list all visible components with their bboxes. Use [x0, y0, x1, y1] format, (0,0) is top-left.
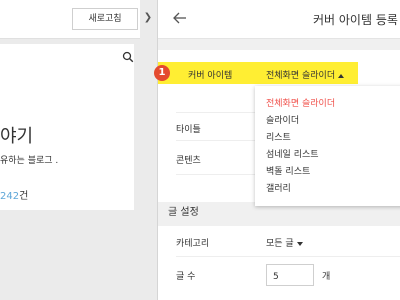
- row-divider: [176, 256, 400, 257]
- post-count: 242건: [0, 187, 28, 202]
- dropdown-option[interactable]: 벽돌 리스트: [266, 164, 310, 177]
- post-settings-heading: 글 설정: [168, 207, 199, 218]
- cover-item-editor: 커버 아이템 등록 타이틀 콘텐츠 1 커버 아이템 전체화면 슬라이더 전체화…: [154, 0, 400, 300]
- dropdown-option[interactable]: 전체화면 슬라이더: [266, 96, 335, 109]
- left-panel: 새로고침 야기 유하는 블로그 . 242건: [0, 0, 140, 300]
- post-count-number: 242: [0, 191, 20, 202]
- left-toolbar: 새로고침: [0, 0, 140, 39]
- title-label: 타이틀: [176, 125, 201, 135]
- post-count-input[interactable]: [266, 264, 314, 286]
- cover-item-row-highlight: 1 커버 아이템 전체화면 슬라이더: [154, 62, 358, 84]
- caret-down-icon: [296, 241, 303, 246]
- cover-type-select[interactable]: 전체화면 슬라이더: [266, 68, 345, 81]
- post-count-unit-label: 개: [322, 272, 331, 282]
- content-label: 콘텐츠: [176, 156, 201, 166]
- search-icon[interactable]: [122, 51, 134, 63]
- dropdown-option[interactable]: 섬네일 리스트: [266, 147, 319, 160]
- blog-title: 야기: [0, 126, 34, 147]
- back-arrow-icon[interactable]: [172, 10, 188, 26]
- dropdown-option[interactable]: 리스트: [266, 130, 291, 143]
- post-count-label: 글 수: [176, 272, 196, 282]
- step-badge: 1: [154, 65, 170, 81]
- post-count-unit: 건: [19, 191, 29, 202]
- category-value: 모든 글: [266, 239, 294, 249]
- cover-item-label: 커버 아이템: [188, 71, 233, 81]
- editor-header: 커버 아이템 등록: [158, 0, 400, 39]
- dropdown-option[interactable]: 슬라이더: [266, 113, 299, 126]
- dropdown-option[interactable]: 갤러리: [266, 181, 291, 194]
- cover-type-dropdown: 전체화면 슬라이더 슬라이더 리스트 섬네일 리스트 벽돌 리스트 갤러리: [255, 86, 400, 206]
- blog-description: 유하는 블로그 .: [0, 156, 59, 166]
- cover-type-value: 전체화면 슬라이더: [266, 71, 336, 81]
- category-select[interactable]: 모든 글: [266, 236, 303, 249]
- page-title: 커버 아이템 등록: [313, 13, 398, 27]
- refresh-button[interactable]: 새로고침: [72, 8, 138, 30]
- category-label: 카테고리: [176, 239, 210, 249]
- caret-up-icon: [338, 73, 345, 78]
- collapse-panel-chevron-icon[interactable]: ❯: [142, 12, 154, 26]
